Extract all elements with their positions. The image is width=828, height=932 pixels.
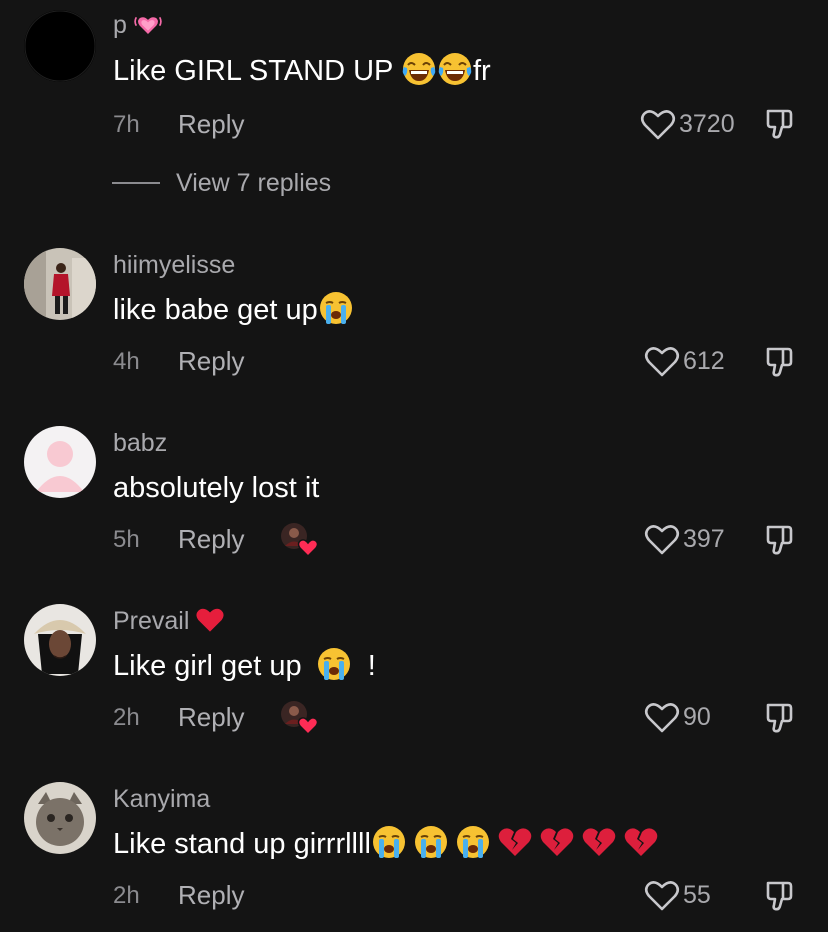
- like-button[interactable]: 3720: [640, 107, 735, 141]
- comment-time: 4h: [113, 348, 140, 375]
- comment-text: Like GIRL STAND UP fr: [113, 53, 491, 89]
- creator-liked-badge: [280, 700, 320, 736]
- comment-text: Like girl get up !: [113, 648, 376, 684]
- crying-emoji-icon: [371, 824, 407, 860]
- reply-button[interactable]: Reply: [178, 109, 244, 139]
- username-text: Prevail: [113, 607, 190, 635]
- broken-heart-icon: [581, 824, 617, 860]
- crying-emoji-icon: [455, 824, 491, 860]
- username-text: p: [113, 11, 127, 39]
- avatar[interactable]: [24, 782, 96, 854]
- divider-line: [112, 182, 160, 184]
- comment-time: 7h: [113, 111, 140, 138]
- like-button[interactable]: 55: [644, 878, 711, 912]
- heart-outline-icon: [644, 522, 680, 556]
- creator-liked-heart-icon: [280, 522, 320, 558]
- like-button[interactable]: 612: [644, 344, 725, 378]
- heart-outline-icon: [640, 107, 676, 141]
- laughing-emoji-icon: [401, 51, 437, 87]
- laughing-emoji-icon: [437, 51, 473, 87]
- heart-outline-icon: [644, 344, 680, 378]
- avatar[interactable]: [24, 604, 96, 676]
- comment-text: Like stand up girrrllll: [113, 826, 659, 862]
- crying-emoji-icon: [413, 824, 449, 860]
- username[interactable]: Prevail: [113, 606, 225, 636]
- username[interactable]: babz: [113, 428, 167, 458]
- like-button[interactable]: 397: [644, 522, 725, 556]
- like-count: 397: [683, 525, 725, 553]
- broken-heart-icon: [539, 824, 575, 860]
- comment-text: absolutely lost it: [113, 472, 320, 504]
- view-replies-label: View 7 replies: [176, 168, 332, 197]
- growing-heart-icon: [133, 9, 163, 39]
- crying-emoji-icon: [318, 290, 354, 326]
- creator-liked-heart-icon: [280, 700, 320, 736]
- reply-button[interactable]: Reply: [178, 702, 244, 732]
- comment-time: 2h: [113, 704, 140, 731]
- dislike-button[interactable]: [762, 522, 798, 558]
- dislike-button[interactable]: [762, 700, 798, 736]
- avatar[interactable]: [24, 248, 96, 320]
- thumbs-down-icon: [762, 700, 798, 736]
- reply-button[interactable]: Reply: [178, 524, 244, 554]
- comment-time: 5h: [113, 526, 140, 553]
- heart-outline-icon: [644, 700, 680, 734]
- like-count: 90: [683, 703, 711, 731]
- heart-outline-icon: [644, 878, 680, 912]
- thumbs-down-icon: [762, 522, 798, 558]
- thumbs-down-icon: [762, 106, 798, 142]
- username[interactable]: p: [113, 10, 163, 40]
- thumbs-down-icon: [762, 878, 798, 914]
- dislike-button[interactable]: [762, 878, 798, 914]
- username[interactable]: hiimyelisse: [113, 250, 235, 280]
- dislike-button[interactable]: [762, 344, 798, 380]
- crying-emoji-icon: [316, 646, 352, 682]
- view-replies-button[interactable]: View 7 replies: [112, 168, 331, 198]
- dislike-button[interactable]: [762, 106, 798, 142]
- like-count: 612: [683, 347, 725, 375]
- reply-button[interactable]: Reply: [178, 346, 244, 376]
- avatar[interactable]: [24, 10, 96, 82]
- thumbs-down-icon: [762, 344, 798, 380]
- like-count: 55: [683, 881, 711, 909]
- reply-button[interactable]: Reply: [178, 880, 244, 910]
- like-button[interactable]: 90: [644, 700, 711, 734]
- broken-heart-icon: [623, 824, 659, 860]
- red-heart-icon: [195, 605, 225, 635]
- broken-heart-icon: [497, 824, 533, 860]
- like-count: 3720: [679, 110, 735, 138]
- avatar[interactable]: [24, 426, 96, 498]
- username[interactable]: Kanyima: [113, 784, 210, 814]
- comment-time: 2h: [113, 882, 140, 909]
- comment-text: like babe get up: [113, 292, 354, 328]
- creator-liked-badge: [280, 522, 320, 558]
